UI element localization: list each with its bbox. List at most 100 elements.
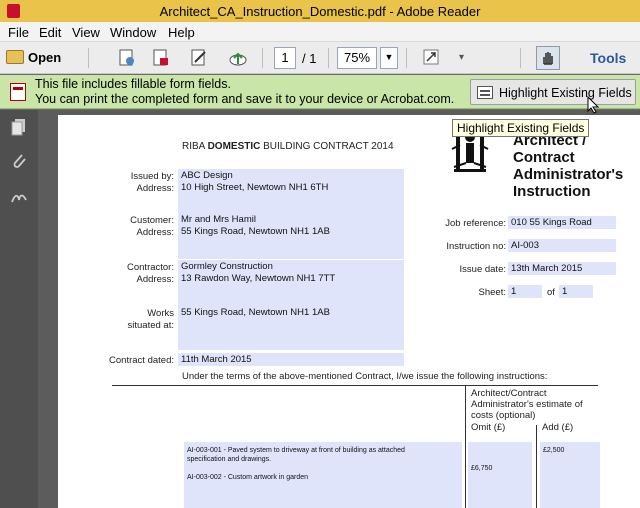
title-line: Contract (513, 149, 575, 166)
form-notice-line1: This file includes fillable form fields. (35, 77, 231, 91)
page-total: / 1 (302, 51, 317, 66)
omit-column-label: Omit (£) (471, 422, 506, 433)
instructions-intro: Under the terms of the above-mentioned C… (182, 371, 548, 382)
add-amount-field[interactable]: £2,500 (540, 442, 600, 508)
column-divider (536, 425, 537, 508)
folder-icon (6, 50, 24, 64)
page-number-input[interactable]: 1 (274, 47, 296, 69)
sheet-label: Sheet: (478, 287, 506, 298)
tools-button[interactable]: Tools (590, 50, 626, 74)
page-thumbnails-icon[interactable] (10, 118, 28, 136)
signatures-icon[interactable] (10, 188, 28, 206)
highlight-fields-button[interactable]: Highlight Existing Fields (470, 79, 636, 105)
title-bar: Architect_CA_Instruction_Domestic.pdf - … (0, 0, 640, 22)
highlight-fields-icon (477, 86, 493, 99)
menu-view[interactable]: View (72, 25, 100, 40)
issued-by-field[interactable]: ABC Design (178, 169, 404, 181)
toolbar-divider (520, 48, 521, 68)
sign-button[interactable] (188, 46, 210, 70)
zoom-dropdown-button[interactable]: ▼ (380, 47, 398, 69)
toolbar-divider (262, 48, 263, 68)
pen-edit-icon (191, 49, 206, 66)
form-fields-icon (10, 83, 26, 101)
customer-label: Customer: (130, 215, 174, 226)
works-field[interactable]: 55 Kings Road, Newtown NH1 1AB (178, 306, 404, 350)
instruction-line: AI-003-002 - Custom artwork in garden (187, 474, 308, 481)
section-divider (112, 385, 598, 386)
pdf-page: RIBA DOMESTIC BUILDING CONTRACT 2014 Arc… (58, 115, 640, 508)
omit-amount-value: £6,750 (471, 465, 493, 472)
sheet-of-field[interactable]: 1 (559, 285, 593, 298)
full-screen-button[interactable] (420, 46, 442, 70)
contract-dated-field[interactable]: 11th March 2015 (178, 353, 404, 366)
form-notice-line2: You can print the completed form and sav… (35, 92, 455, 106)
zoom-input[interactable]: 75% (337, 47, 377, 69)
open-button[interactable]: Open (4, 46, 82, 70)
upload-cloud-button[interactable] (226, 46, 248, 70)
instruction-line: AI-003-001 - Paved system to driveway at… (187, 447, 405, 454)
sheet-of-label: of (547, 287, 555, 298)
add-amount-value: £2,500 (543, 447, 565, 454)
column-divider (465, 385, 466, 508)
contract-header: RIBA DOMESTIC BUILDING CONTRACT 2014 (182, 141, 394, 152)
issued-address-label: Address: (136, 183, 175, 194)
instructions-field[interactable]: AI-003-001 - Paved system to driveway at… (184, 442, 462, 508)
estimate-header-line: costs (optional) (471, 410, 536, 421)
issued-address-field[interactable]: 10 High Street, Newtown NH1 6TH (178, 181, 404, 215)
job-reference-label: Job reference: (445, 218, 506, 229)
contractor-label: Contractor: (127, 262, 174, 273)
customer-address-field[interactable]: 55 Kings Road, Newtown NH1 1AB (178, 225, 404, 259)
omit-amount-field[interactable]: £6,750 (468, 442, 532, 508)
header-bold: DOMESTIC (207, 141, 261, 152)
attachments-icon[interactable] (10, 152, 28, 170)
create-pdf-button[interactable] (116, 46, 138, 70)
contractor-field[interactable]: Gormley Construction (178, 260, 404, 272)
title-line: Administrator's (513, 166, 624, 183)
toolbar-divider (328, 48, 329, 68)
hand-icon (543, 52, 553, 65)
toolbar: Open 1 / 1 75% ▼ ▾ Tools (0, 42, 640, 74)
toolbar-overflow-icon[interactable]: ▾ (459, 52, 464, 76)
customer-address-label: Address: (136, 227, 175, 238)
menu-bar: File Edit View Window Help (0, 22, 640, 42)
add-column-label: Add (£) (542, 422, 574, 433)
chevron-down-icon: ▼ (384, 52, 394, 62)
document-viewer[interactable]: RIBA DOMESTIC BUILDING CONTRACT 2014 Arc… (38, 110, 640, 508)
menu-help[interactable]: Help (168, 25, 195, 40)
contractor-address-label: Address: (136, 274, 175, 285)
navigation-pane (0, 110, 38, 508)
highlight-fields-tooltip: Highlight Existing Fields (452, 119, 590, 137)
sheet-field[interactable]: 1 (508, 285, 542, 298)
header-prefix: RIBA (182, 141, 208, 152)
form-notice-bar: This file includes fillable form fields.… (0, 75, 640, 109)
title-line: Instruction (513, 183, 591, 200)
customer-field[interactable]: Mr and Mrs Hamil (178, 213, 404, 225)
toolbar-divider (88, 48, 89, 68)
contract-dated-label: Contract dated: (109, 355, 174, 366)
instruction-title: Architect / Contract Administrator's Ins… (513, 132, 623, 200)
menu-file[interactable]: File (8, 25, 29, 40)
menu-window[interactable]: Window (110, 25, 156, 40)
create-pdf-icon (119, 49, 134, 66)
window-title: Architect_CA_Instruction_Domestic.pdf - … (159, 4, 481, 19)
works-label-line1: Works (147, 308, 174, 319)
export-pdf-icon (153, 49, 168, 66)
contractor-address-field[interactable]: 13 Rawdon Way, Newtown NH1 7TT (178, 272, 404, 306)
estimate-header: Architect/Contract Administrator's estim… (471, 388, 583, 421)
issue-date-field[interactable]: 13th March 2015 (508, 262, 616, 275)
export-pdf-button[interactable] (150, 46, 172, 70)
issued-by-label: Issued by: (130, 171, 174, 182)
instruction-no-label: Instruction no: (446, 241, 506, 252)
menu-edit[interactable]: Edit (39, 25, 61, 40)
expand-icon (423, 49, 439, 65)
hand-tool-button[interactable] (536, 46, 560, 70)
job-reference-field[interactable]: 010 55 Kings Road (508, 216, 616, 229)
estimate-header-line: Architect/Contract (471, 388, 547, 399)
mouse-pointer-icon (587, 96, 599, 114)
instruction-line: specification and drawings. (187, 456, 272, 463)
open-label: Open (28, 50, 62, 65)
works-label-line2: situated at: (127, 320, 174, 331)
highlight-fields-label: Highlight Existing Fields (499, 86, 632, 100)
instruction-no-field[interactable]: AI-003 (508, 239, 616, 252)
estimate-header-line: Administrator's estimate of (471, 399, 583, 410)
